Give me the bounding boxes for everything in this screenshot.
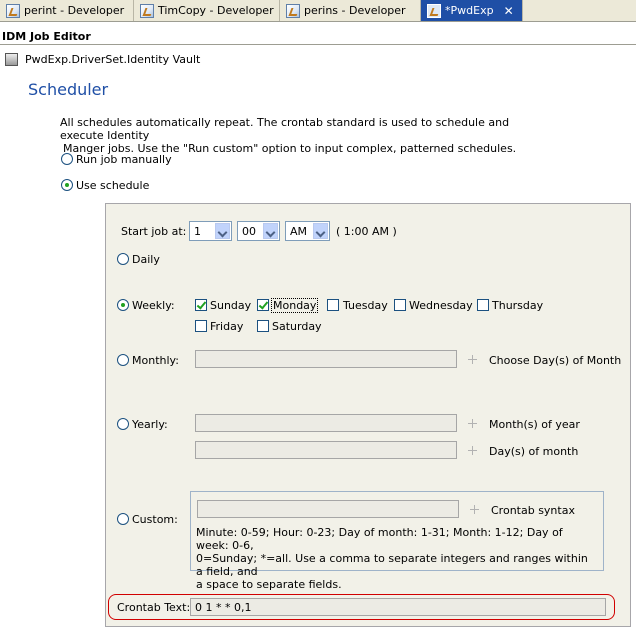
add-plus-icon[interactable] — [469, 504, 480, 515]
weekly-label[interactable]: Weekly: — [132, 299, 175, 312]
daily-radio[interactable] — [117, 253, 129, 265]
monthly-hint: Choose Day(s) of Month — [489, 354, 622, 367]
use-schedule-label[interactable]: Use schedule — [76, 179, 149, 192]
developer-file-icon — [286, 3, 300, 18]
saturday-label[interactable]: Saturday — [272, 320, 322, 333]
use-schedule-radio[interactable] — [61, 179, 73, 191]
monday-label[interactable]: Monday — [271, 298, 319, 313]
wednesday-checkbox[interactable] — [394, 299, 406, 311]
wednesday-label[interactable]: Wednesday — [409, 299, 473, 312]
monthly-radio[interactable] — [117, 354, 129, 366]
tab-perins[interactable]: perins - Developer — [280, 0, 421, 21]
tab-label: perint - Developer — [24, 4, 125, 17]
chevron-down-icon[interactable] — [313, 223, 328, 239]
tuesday-checkbox[interactable] — [327, 299, 339, 311]
help-line: Minute: 0-59; Hour: 0-23; Day of month: … — [196, 526, 563, 552]
yearly-days-field[interactable] — [195, 441, 457, 459]
custom-radio[interactable] — [117, 513, 129, 525]
tab-label: *PwdExp — [445, 4, 494, 17]
crontab-text-field[interactable]: 0 1 * * 0,1 — [190, 598, 606, 616]
scheduler-description: All schedules automatically repeat. The … — [60, 116, 540, 155]
help-line: 0=Sunday; *=all. Use a comma to separate… — [196, 552, 588, 578]
minute-value: 00 — [242, 225, 256, 238]
add-plus-icon[interactable] — [467, 445, 478, 456]
run-manually-label[interactable]: Run job manually — [76, 153, 172, 166]
monthly-label[interactable]: Monthly: — [132, 354, 179, 367]
tab-timcopy[interactable]: TimCopy - Developer — [134, 0, 280, 21]
object-path: PwdExp.DriverSet.Identity Vault — [25, 53, 201, 66]
thursday-label[interactable]: Thursday — [492, 299, 543, 312]
tab-label: TimCopy - Developer — [158, 4, 274, 17]
crontab-syntax-help: Minute: 0-59; Hour: 0-23; Day of month: … — [196, 526, 596, 591]
yearly-months-field[interactable] — [195, 414, 457, 432]
monthly-days-field[interactable] — [195, 350, 457, 368]
crontab-text-value: 0 1 * * 0,1 — [195, 601, 252, 614]
start-job-label: Start job at: — [121, 225, 187, 238]
job-file-icon — [427, 3, 441, 18]
yearly-months-hint: Month(s) of year — [489, 418, 580, 431]
yearly-label[interactable]: Yearly: — [132, 418, 168, 431]
close-tab-icon[interactable]: ✕ — [504, 4, 514, 18]
tuesday-label[interactable]: Tuesday — [343, 299, 388, 312]
minute-select[interactable]: 00 — [237, 221, 280, 241]
chevron-down-icon[interactable] — [215, 223, 230, 239]
help-line: a space to separate fields. — [196, 578, 342, 591]
tab-label: perins - Developer — [304, 4, 406, 17]
add-plus-icon[interactable] — [467, 354, 478, 365]
friday-label[interactable]: Friday — [210, 320, 243, 333]
custom-label[interactable]: Custom: — [132, 513, 178, 526]
hour-value: 1 — [194, 225, 201, 238]
crontab-text-label: Crontab Text: — [117, 601, 191, 614]
chevron-down-icon[interactable] — [263, 223, 278, 239]
weekly-radio[interactable] — [117, 299, 129, 311]
tab-pwdexp[interactable]: *PwdExp ✕ — [421, 0, 523, 21]
identity-vault-icon — [5, 53, 18, 66]
sunday-label[interactable]: Sunday — [210, 299, 251, 312]
editor-tab-bar: perint - Developer TimCopy - Developer p… — [0, 0, 636, 22]
daily-label[interactable]: Daily — [132, 253, 160, 266]
header-divider — [0, 44, 636, 45]
editor-title: IDM Job Editor — [2, 30, 91, 43]
ampm-select[interactable]: AM — [285, 221, 330, 241]
yearly-radio[interactable] — [117, 418, 129, 430]
crontab-syntax-field[interactable] — [197, 500, 459, 518]
add-plus-icon[interactable] — [467, 418, 478, 429]
friday-checkbox[interactable] — [195, 320, 207, 332]
thursday-checkbox[interactable] — [477, 299, 489, 311]
ampm-value: AM — [290, 225, 308, 238]
time-preview: ( 1:00 AM ) — [336, 225, 397, 238]
monday-checkbox[interactable] — [257, 299, 269, 311]
hour-select[interactable]: 1 — [189, 221, 232, 241]
yearly-days-hint: Day(s) of month — [489, 445, 579, 458]
section-title: Scheduler — [28, 80, 109, 99]
developer-file-icon — [6, 3, 20, 18]
tab-perint[interactable]: perint - Developer — [0, 0, 134, 21]
crontab-syntax-hint: Crontab syntax — [491, 504, 575, 517]
run-manually-radio[interactable] — [61, 153, 73, 165]
developer-file-icon — [140, 3, 154, 18]
sunday-checkbox[interactable] — [195, 299, 207, 311]
saturday-checkbox[interactable] — [257, 320, 269, 332]
description-line: All schedules automatically repeat. The … — [60, 116, 510, 142]
